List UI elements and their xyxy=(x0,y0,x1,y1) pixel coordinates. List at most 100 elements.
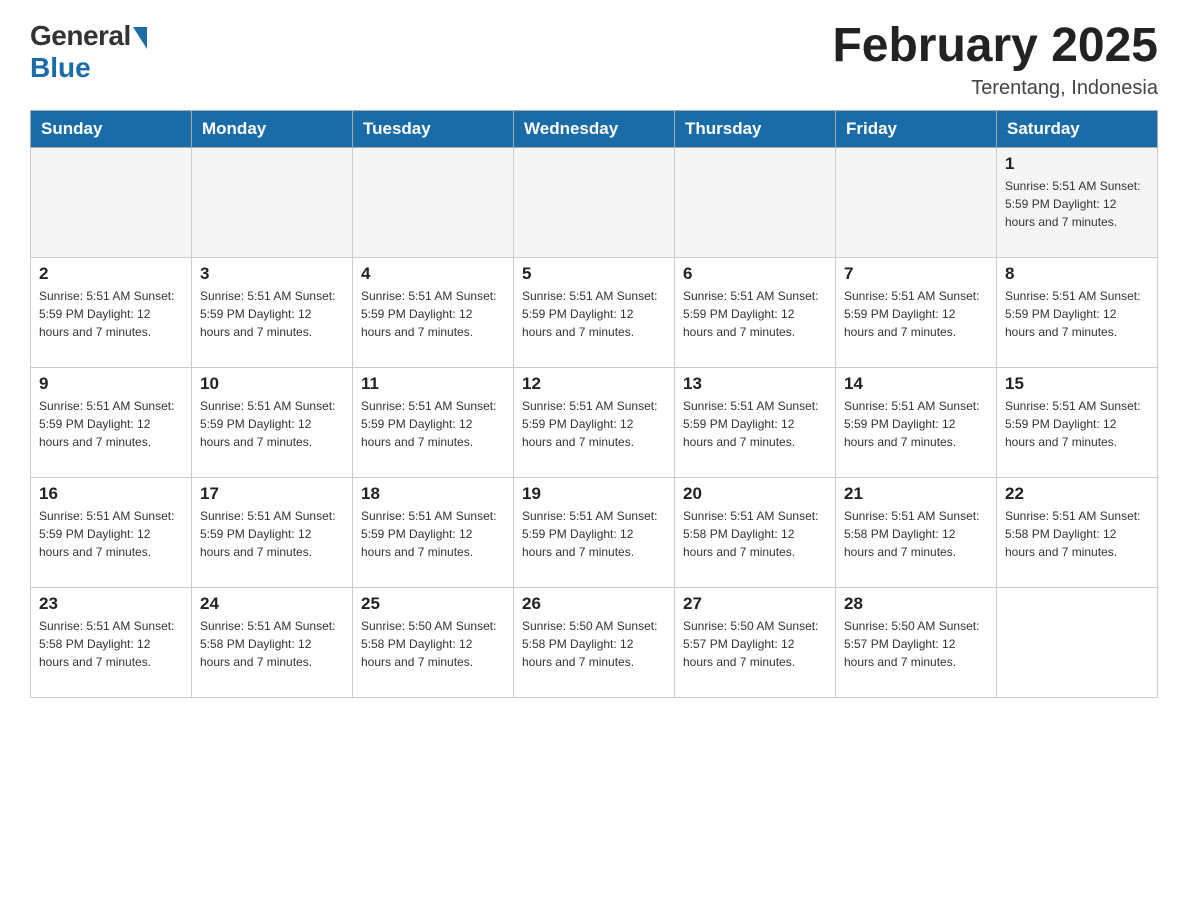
day-info: Sunrise: 5:51 AM Sunset: 5:58 PM Dayligh… xyxy=(39,617,183,671)
calendar-header-tuesday: Tuesday xyxy=(353,110,514,147)
day-info: Sunrise: 5:51 AM Sunset: 5:59 PM Dayligh… xyxy=(200,397,344,451)
day-info: Sunrise: 5:51 AM Sunset: 5:59 PM Dayligh… xyxy=(200,507,344,561)
calendar-header-thursday: Thursday xyxy=(675,110,836,147)
day-info: Sunrise: 5:50 AM Sunset: 5:57 PM Dayligh… xyxy=(683,617,827,671)
day-info: Sunrise: 5:51 AM Sunset: 5:59 PM Dayligh… xyxy=(522,397,666,451)
calendar-day-cell: 3 Sunrise: 5:51 AM Sunset: 5:59 PM Daylig… xyxy=(192,257,353,367)
month-title: February 2025 xyxy=(832,20,1158,73)
calendar-header-sunday: Sunday xyxy=(31,110,192,147)
day-info: Sunrise: 5:51 AM Sunset: 5:58 PM Dayligh… xyxy=(844,507,988,561)
day-info: Sunrise: 5:51 AM Sunset: 5:58 PM Dayligh… xyxy=(683,507,827,561)
day-number: 18 xyxy=(361,484,505,504)
calendar-day-cell: 19 Sunrise: 5:51 AM Sunset: 5:59 PM Dayli… xyxy=(514,477,675,587)
day-number: 3 xyxy=(200,264,344,284)
day-info: Sunrise: 5:51 AM Sunset: 5:59 PM Dayligh… xyxy=(361,507,505,561)
logo-triangle-icon xyxy=(133,27,147,49)
location-text: Terentang, Indonesia xyxy=(832,77,1158,100)
calendar-week-row: 9 Sunrise: 5:51 AM Sunset: 5:59 PM Daylig… xyxy=(31,367,1158,477)
calendar-day-cell: 26Sunrise: 5:50 AM Sunset: 5:58 PM Dayli… xyxy=(514,587,675,697)
calendar-day-cell: 20 Sunrise: 5:51 AM Sunset: 5:58 PM Dayli… xyxy=(675,477,836,587)
logo: General Blue xyxy=(30,20,147,84)
calendar-day-cell: 11Sunrise: 5:51 AM Sunset: 5:59 PM Dayli… xyxy=(353,367,514,477)
day-number: 17 xyxy=(200,484,344,504)
day-number: 12 xyxy=(522,374,666,394)
day-number: 21 xyxy=(844,484,988,504)
day-number: 23 xyxy=(39,594,183,614)
calendar-day-cell xyxy=(353,147,514,257)
day-info: Sunrise: 5:51 AM Sunset: 5:59 PM Dayligh… xyxy=(39,287,183,341)
day-number: 2 xyxy=(39,264,183,284)
day-info: Sunrise: 5:51 AM Sunset: 5:58 PM Dayligh… xyxy=(200,617,344,671)
calendar-day-cell xyxy=(192,147,353,257)
calendar-day-cell: 1 Sunrise: 5:51 AM Sunset: 5:59 PM Daylig… xyxy=(997,147,1158,257)
day-info: Sunrise: 5:50 AM Sunset: 5:58 PM Dayligh… xyxy=(361,617,505,671)
calendar-day-cell: 14Sunrise: 5:51 AM Sunset: 5:59 PM Dayli… xyxy=(836,367,997,477)
calendar-header-saturday: Saturday xyxy=(997,110,1158,147)
day-number: 8 xyxy=(1005,264,1149,284)
day-number: 27 xyxy=(683,594,827,614)
day-info: Sunrise: 5:51 AM Sunset: 5:59 PM Dayligh… xyxy=(683,287,827,341)
day-number: 24 xyxy=(200,594,344,614)
calendar-day-cell: 9Sunrise: 5:51 AM Sunset: 5:59 PM Daylig… xyxy=(31,367,192,477)
calendar-day-cell: 18 Sunrise: 5:51 AM Sunset: 5:59 PM Dayli… xyxy=(353,477,514,587)
day-number: 15 xyxy=(1005,374,1149,394)
calendar-day-cell: 4 Sunrise: 5:51 AM Sunset: 5:59 PM Daylig… xyxy=(353,257,514,367)
day-info: Sunrise: 5:51 AM Sunset: 5:59 PM Dayligh… xyxy=(39,507,183,561)
day-number: 26 xyxy=(522,594,666,614)
day-number: 19 xyxy=(522,484,666,504)
day-info: Sunrise: 5:51 AM Sunset: 5:59 PM Dayligh… xyxy=(1005,177,1149,231)
day-info: Sunrise: 5:51 AM Sunset: 5:59 PM Dayligh… xyxy=(1005,287,1149,341)
calendar-day-cell: 27 Sunrise: 5:50 AM Sunset: 5:57 PM Dayli… xyxy=(675,587,836,697)
day-info: Sunrise: 5:51 AM Sunset: 5:59 PM Dayligh… xyxy=(522,287,666,341)
day-info: Sunrise: 5:51 AM Sunset: 5:59 PM Dayligh… xyxy=(361,287,505,341)
calendar-day-cell xyxy=(675,147,836,257)
calendar-day-cell: 24 Sunrise: 5:51 AM Sunset: 5:58 PM Dayli… xyxy=(192,587,353,697)
day-info: Sunrise: 5:51 AM Sunset: 5:59 PM Dayligh… xyxy=(1005,397,1149,451)
page-header: General Blue February 2025 Terentang, In… xyxy=(30,20,1158,100)
calendar-day-cell: 16 Sunrise: 5:51 AM Sunset: 5:59 PM Dayli… xyxy=(31,477,192,587)
logo-blue-text: Blue xyxy=(30,52,91,84)
calendar-header-wednesday: Wednesday xyxy=(514,110,675,147)
calendar-day-cell xyxy=(836,147,997,257)
logo-general-text: General xyxy=(30,20,131,52)
calendar-day-cell: 13Sunrise: 5:51 AM Sunset: 5:59 PM Dayli… xyxy=(675,367,836,477)
calendar-day-cell: 12 Sunrise: 5:51 AM Sunset: 5:59 PM Dayli… xyxy=(514,367,675,477)
calendar-day-cell: 6 Sunrise: 5:51 AM Sunset: 5:59 PM Daylig… xyxy=(675,257,836,367)
calendar-table: SundayMondayTuesdayWednesdayThursdayFrid… xyxy=(30,110,1158,698)
calendar-header-monday: Monday xyxy=(192,110,353,147)
calendar-week-row: 1 Sunrise: 5:51 AM Sunset: 5:59 PM Daylig… xyxy=(31,147,1158,257)
day-number: 9 xyxy=(39,374,183,394)
day-info: Sunrise: 5:51 AM Sunset: 5:59 PM Dayligh… xyxy=(200,287,344,341)
calendar-day-cell: 23 Sunrise: 5:51 AM Sunset: 5:58 PM Dayli… xyxy=(31,587,192,697)
calendar-header-row: SundayMondayTuesdayWednesdayThursdayFrid… xyxy=(31,110,1158,147)
calendar-day-cell: 17 Sunrise: 5:51 AM Sunset: 5:59 PM Dayli… xyxy=(192,477,353,587)
title-section: February 2025 Terentang, Indonesia xyxy=(832,20,1158,100)
calendar-day-cell: 21 Sunrise: 5:51 AM Sunset: 5:58 PM Dayli… xyxy=(836,477,997,587)
day-number: 1 xyxy=(1005,154,1149,174)
calendar-day-cell: 25 Sunrise: 5:50 AM Sunset: 5:58 PM Dayli… xyxy=(353,587,514,697)
day-number: 4 xyxy=(361,264,505,284)
calendar-day-cell: 5 Sunrise: 5:51 AM Sunset: 5:59 PM Daylig… xyxy=(514,257,675,367)
calendar-day-cell: 22 Sunrise: 5:51 AM Sunset: 5:58 PM Dayli… xyxy=(997,477,1158,587)
day-number: 20 xyxy=(683,484,827,504)
calendar-day-cell xyxy=(514,147,675,257)
day-info: Sunrise: 5:51 AM Sunset: 5:58 PM Dayligh… xyxy=(1005,507,1149,561)
day-number: 7 xyxy=(844,264,988,284)
day-number: 5 xyxy=(522,264,666,284)
calendar-day-cell: 28Sunrise: 5:50 AM Sunset: 5:57 PM Dayli… xyxy=(836,587,997,697)
day-info: Sunrise: 5:51 AM Sunset: 5:59 PM Dayligh… xyxy=(522,507,666,561)
calendar-day-cell: 15 Sunrise: 5:51 AM Sunset: 5:59 PM Dayli… xyxy=(997,367,1158,477)
calendar-week-row: 2 Sunrise: 5:51 AM Sunset: 5:59 PM Daylig… xyxy=(31,257,1158,367)
day-info: Sunrise: 5:51 AM Sunset: 5:59 PM Dayligh… xyxy=(683,397,827,451)
day-number: 14 xyxy=(844,374,988,394)
day-number: 10 xyxy=(200,374,344,394)
calendar-day-cell xyxy=(997,587,1158,697)
day-info: Sunrise: 5:51 AM Sunset: 5:59 PM Dayligh… xyxy=(844,287,988,341)
day-number: 6 xyxy=(683,264,827,284)
day-number: 16 xyxy=(39,484,183,504)
day-number: 25 xyxy=(361,594,505,614)
day-number: 11 xyxy=(361,374,505,394)
calendar-day-cell xyxy=(31,147,192,257)
day-number: 22 xyxy=(1005,484,1149,504)
calendar-day-cell: 10 Sunrise: 5:51 AM Sunset: 5:59 PM Dayli… xyxy=(192,367,353,477)
